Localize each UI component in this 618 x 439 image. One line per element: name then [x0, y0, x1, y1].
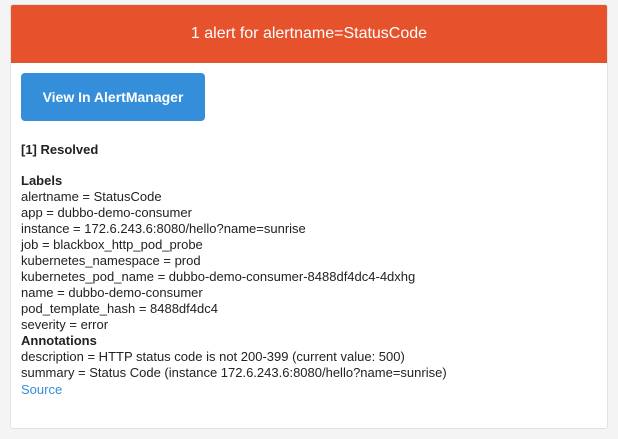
label-line: severity = error [21, 317, 109, 332]
label-line: kubernetes_pod_name = dubbo-demo-consume… [21, 269, 416, 284]
alert-content: View In AlertManager [1] Resolved Labels… [11, 63, 607, 399]
alert-email-card: 1 alert for alertname=StatusCode View In… [10, 4, 608, 429]
labels-section: Labels alertname = StatusCode app = dubb… [21, 173, 597, 399]
labels-title: Labels [21, 173, 63, 188]
label-line: alertname = StatusCode [21, 189, 162, 204]
alert-header: 1 alert for alertname=StatusCode [11, 5, 607, 63]
label-line: name = dubbo-demo-consumer [21, 285, 203, 300]
annotation-line: description = HTTP status code is not 20… [21, 349, 405, 364]
label-line: kubernetes_namespace = prod [21, 253, 201, 268]
view-in-alertmanager-button[interactable]: View In AlertManager [21, 73, 205, 121]
label-line: instance = 172.6.243.6:8080/hello?name=s… [21, 221, 306, 236]
label-line: app = dubbo-demo-consumer [21, 205, 192, 220]
label-line: job = blackbox_http_pod_probe [21, 237, 203, 252]
alert-status: [1] Resolved [21, 142, 99, 157]
annotations-title: Annotations [21, 333, 97, 348]
annotation-line: summary = Status Code (instance 172.6.24… [21, 365, 447, 380]
label-line: pod_template_hash = 8488df4dc4 [21, 301, 218, 316]
alert-header-title: 1 alert for alertname=StatusCode [190, 25, 428, 42]
source-link[interactable]: Source [21, 382, 62, 398]
